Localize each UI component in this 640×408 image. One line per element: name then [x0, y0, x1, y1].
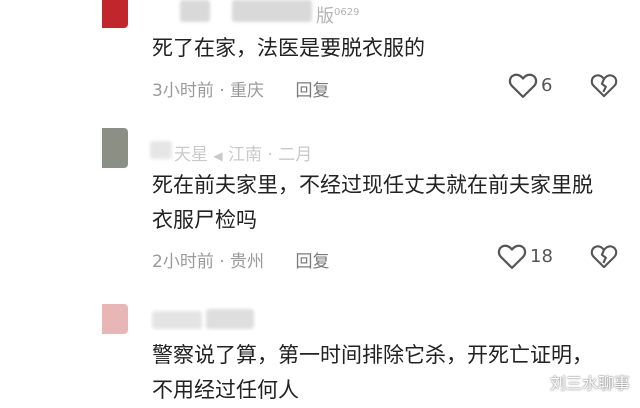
comment-text: 死在前夫家里，不经过现任丈夫就在前夫家里脱 衣服尸检吗 [152, 168, 622, 238]
timestamp: 3小时前 [152, 81, 214, 101]
comment-meta: 2小时前 · 贵州 回复 [152, 247, 329, 272]
username-redacted [206, 309, 254, 329]
avatar[interactable] [102, 304, 128, 334]
heart-icon[interactable] [497, 242, 527, 270]
like-count: 6 [541, 75, 553, 96]
play-icon: ◀ [213, 149, 223, 163]
username-redacted [152, 311, 202, 329]
location: 重庆 [230, 81, 265, 101]
broken-heart-icon[interactable] [590, 242, 618, 270]
avatar[interactable] [102, 128, 128, 168]
like-count: 18 [530, 246, 553, 267]
comment-line: 死了在家，法医是要脱衣服的 [152, 36, 425, 60]
username-redacted [150, 141, 172, 159]
separator-dot: · [219, 81, 231, 101]
username[interactable]: 版0629 [316, 2, 359, 28]
timestamp: 2小时前 [152, 252, 214, 272]
watermark: 刘三水聊事 [549, 374, 630, 393]
username-redacted [180, 0, 210, 22]
username-fragment: 天星 [174, 145, 208, 165]
reply-button[interactable]: 回复 [295, 81, 329, 101]
comment-line: 死在前夫家里，不经过现任丈夫就在前夫家里脱 [152, 173, 593, 197]
heart-icon[interactable] [508, 71, 538, 99]
broken-heart-icon[interactable] [590, 71, 618, 99]
username[interactable]: 天星 ◀ 江南 · 二月 [174, 140, 312, 165]
comment-line: 警察说了算，第一时间排除它杀，开死亡证明， [152, 343, 593, 367]
comment-meta: 3小时前 · 重庆 回复 [152, 76, 329, 101]
username-number: 0629 [334, 7, 360, 18]
location: 贵州 [230, 252, 265, 272]
comment-text: 死了在家，法医是要脱衣服的 [152, 31, 622, 66]
username-fragment: 版 [316, 6, 334, 27]
username-suffix: 江南 · 二月 [228, 145, 313, 165]
avatar[interactable] [102, 0, 128, 28]
reply-button[interactable]: 回复 [295, 252, 329, 272]
separator-dot: · [219, 252, 231, 272]
username-redacted [232, 0, 312, 22]
comment-line: 衣服尸检吗 [152, 208, 257, 232]
